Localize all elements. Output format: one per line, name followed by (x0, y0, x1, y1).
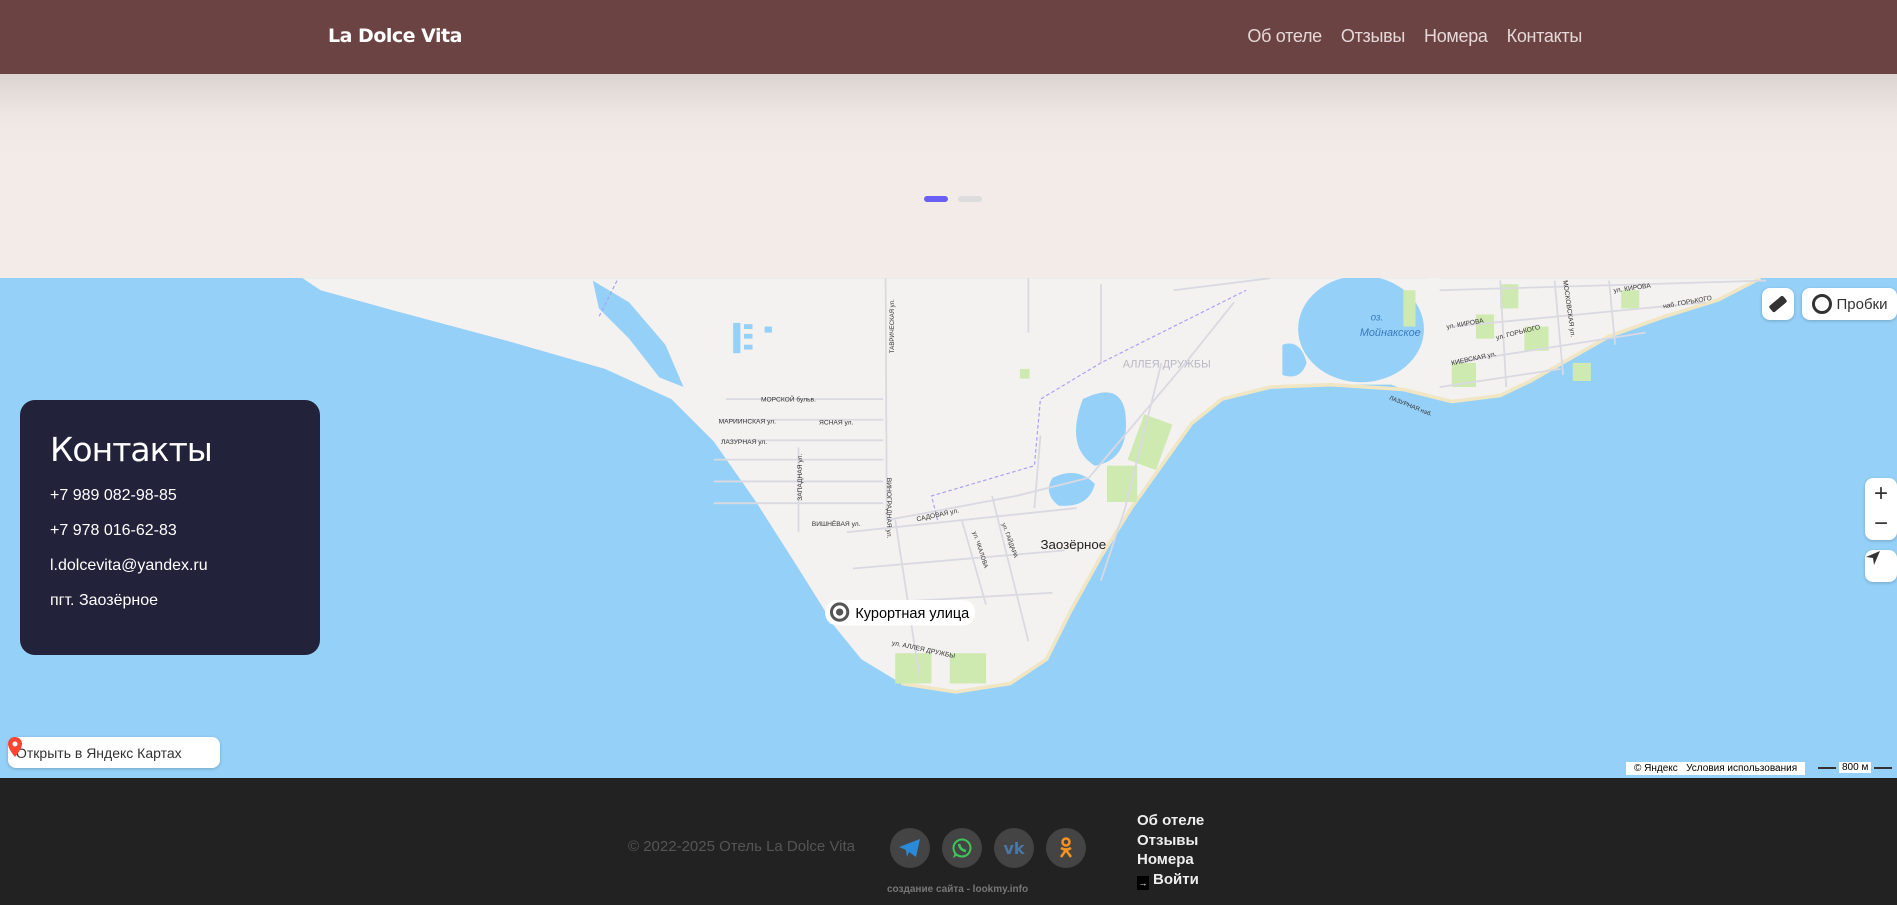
site-header: La Dolce Vita Об отеле Отзывы Номера Кон… (0, 0, 1897, 74)
traffic-label: Пробки (1836, 295, 1888, 313)
telegram-icon (899, 839, 920, 857)
footer-link-about[interactable]: Об отеле (1137, 811, 1204, 831)
contact-phone-2[interactable]: +7 978 016-62-83 (50, 522, 290, 540)
map-label: МАРИИНСКАЯ ул. (719, 418, 777, 425)
footer-link-reviews[interactable]: Отзывы (1137, 831, 1204, 851)
ruler-button[interactable] (1762, 288, 1794, 320)
map-label: ТАВРИЧЕСКАЯ ул. (890, 299, 896, 353)
contacts-card: Контакты +7 989 082-98-85 +7 978 016-62-… (20, 400, 320, 655)
map-label: ВИШНЁВАЯ ул. (812, 520, 861, 528)
traffic-icon (1811, 294, 1832, 314)
nav-about[interactable]: Об отеле (1247, 26, 1322, 47)
social-links: vk (890, 828, 1086, 868)
scale-label: 800 м (1839, 762, 1872, 773)
yandex-copyright[interactable]: © Яндекс (1634, 763, 1678, 774)
telegram-button[interactable] (890, 828, 930, 868)
location-marker[interactable]: Курортная улица (825, 599, 976, 626)
map-label: оз. (1371, 313, 1383, 324)
odnoklassniki-icon (1059, 837, 1073, 858)
yandex-map[interactable]: ТАВРИЧЕСКАЯ ул. МОРСКОЙ бульв. МАРИИНСКАЯ … (0, 278, 1897, 778)
vk-icon: vk (1003, 838, 1025, 858)
contact-phone-1[interactable]: +7 989 082-98-85 (50, 487, 290, 505)
terms-link[interactable]: Условия использования (1686, 763, 1797, 774)
map-scale: 800 м (1818, 762, 1893, 773)
traffic-button[interactable]: Пробки (1802, 288, 1897, 320)
whatsapp-icon (952, 838, 972, 858)
map-pin-icon (8, 737, 22, 757)
map-label: ЯСНАЯ ул. (819, 420, 854, 427)
open-in-yandex-maps-button[interactable]: Открыть в Яндекс Картах (8, 737, 220, 768)
map-label: ВИНОГРАДНАЯ ул. (885, 478, 892, 539)
nav-rooms[interactable]: Номера (1424, 26, 1488, 47)
map-label: АЛЛЕЯ ДРУЖБЫ (1123, 359, 1211, 371)
slider-pagination (924, 196, 982, 202)
copyright: © 2022-2025 Отель La Dolce Vita (628, 838, 856, 855)
map-label: ЛАЗУРНАЯ ул. (721, 439, 767, 446)
slider-dot-1[interactable] (924, 196, 948, 202)
footer-link-rooms[interactable]: Номера (1137, 850, 1204, 870)
nav-reviews[interactable]: Отзывы (1341, 26, 1405, 47)
odnoklassniki-button[interactable] (1046, 828, 1086, 868)
logo[interactable]: La Dolce Vita (328, 25, 462, 47)
login-label: Войти (1153, 870, 1199, 888)
nav-contacts[interactable]: Контакты (1507, 26, 1583, 47)
site-footer: © 2022-2025 Отель La Dolce Vita vk созда… (0, 778, 1897, 905)
contact-address: пгт. Заозёрное (50, 592, 158, 609)
map-label: ЛАЗУРНАЯ наб. (1388, 395, 1433, 418)
map-attribution: © Яндекс Условия использования (1626, 762, 1806, 775)
zoom-in-button[interactable]: + (1874, 479, 1888, 509)
geolocation-button[interactable] (1865, 550, 1897, 582)
slider-dot-2[interactable] (958, 196, 982, 202)
contacts-title: Контакты (50, 430, 213, 469)
zoom-out-button[interactable]: − (1874, 509, 1888, 539)
contact-email[interactable]: l.dolcevita@yandex.ru (50, 557, 290, 575)
site-credit[interactable]: создание сайта - lookmy.info (887, 884, 1028, 895)
open-in-yandex-maps-label: Открыть в Яндекс Картах (16, 744, 182, 761)
navigation-arrow-icon (1866, 551, 1880, 565)
footer-nav: Об отеле Отзывы Номера → Войти (1137, 811, 1204, 890)
ruler-icon (1768, 295, 1788, 313)
vk-button[interactable]: vk (994, 828, 1034, 868)
whatsapp-button[interactable] (942, 828, 982, 868)
zoom-control: + − (1865, 478, 1897, 540)
login-icon: → (1137, 875, 1149, 890)
login-link[interactable]: → Войти (1137, 870, 1204, 890)
map-label: Заозёрное (1040, 537, 1106, 552)
marker-label: Курортная улица (855, 606, 970, 622)
main-nav: Об отеле Отзывы Номера Контакты (1247, 26, 1582, 47)
hero-slider (0, 74, 1897, 278)
map-label: Мойнакское (1360, 327, 1421, 339)
map-label: ЗАПАДНАЯ ул. (797, 454, 804, 501)
land (302, 278, 1440, 692)
map-label: МОРСКОЙ бульв. (761, 395, 816, 404)
